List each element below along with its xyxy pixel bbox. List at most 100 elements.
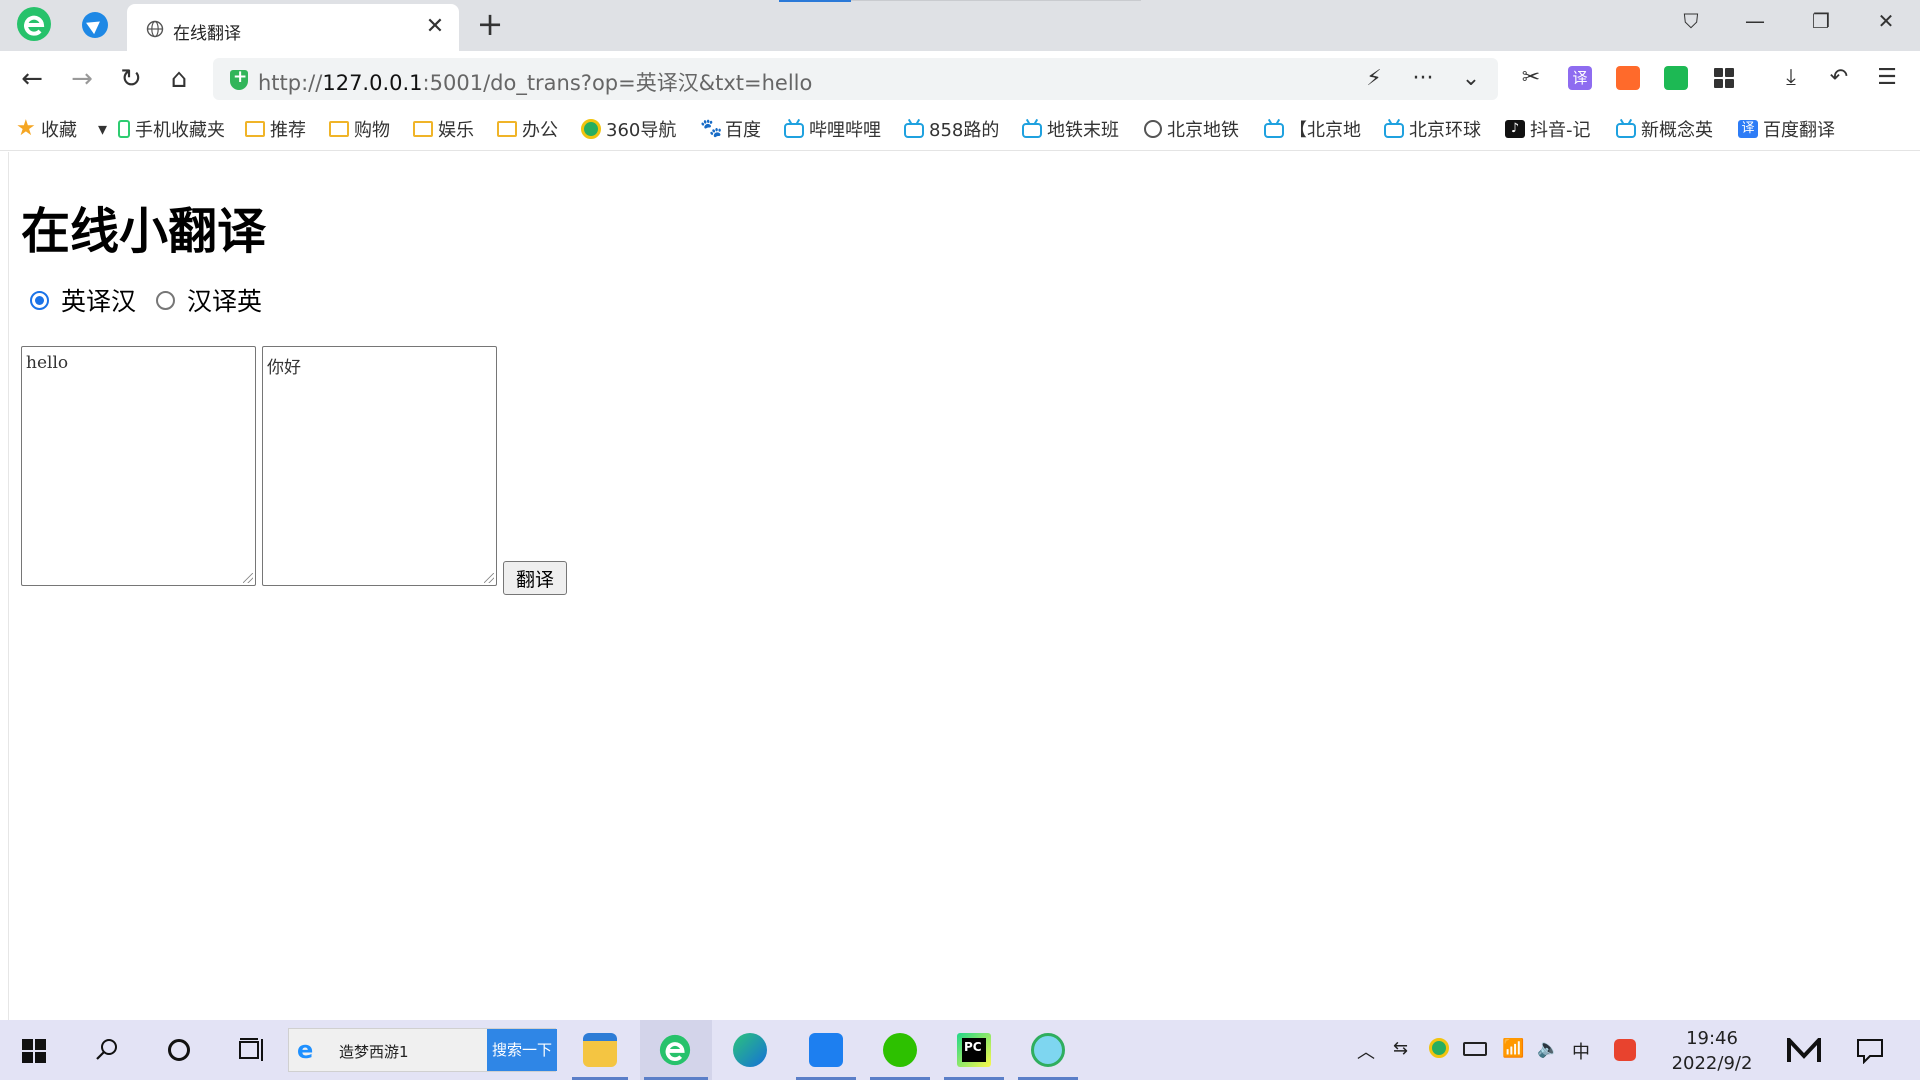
- apps-grid-icon[interactable]: [1712, 66, 1736, 90]
- pinned-tab-icon[interactable]: [82, 12, 108, 38]
- bookmark-beijing-bracket[interactable]: 【北京地: [1264, 118, 1364, 140]
- tv-icon: [1616, 122, 1636, 138]
- url-text[interactable]: http://127.0.0.1:5001/do_trans?op=英译汉&tx…: [258, 67, 812, 97]
- address-bar[interactable]: http://127.0.0.1:5001/do_trans?op=英译汉&tx…: [213, 58, 1498, 100]
- taskbar-file-explorer[interactable]: [568, 1020, 632, 1080]
- volume-icon[interactable]: 🔈: [1537, 1038, 1559, 1059]
- taskbar-360-browser[interactable]: [640, 1020, 712, 1080]
- forward-button[interactable]: →: [66, 63, 98, 95]
- translate-extension-icon[interactable]: 译: [1568, 66, 1592, 90]
- bookmark-label: 购物: [354, 120, 390, 140]
- translate-button[interactable]: 翻译: [503, 561, 567, 595]
- bookmarks-bar: ★ 收藏 ▾ 手机收藏夹 推荐 购物 娱乐 办公 360导航 🐾 百度 哔哩哔哩 8…: [0, 107, 1920, 151]
- bookmark-folder-shopping[interactable]: 购物: [329, 118, 399, 140]
- browser-logo-icon: [659, 1034, 691, 1066]
- close-tab-icon[interactable]: ✕: [422, 14, 448, 40]
- skin-icon[interactable]: ⛉: [1671, 6, 1711, 36]
- wifi-icon[interactable]: 📶: [1502, 1038, 1524, 1059]
- page-content: 在线小翻译 英译汉 汉译英 hello 你好 翻译: [0, 152, 1920, 1020]
- tray-360-icon[interactable]: [1429, 1038, 1449, 1058]
- download-icon[interactable]: ⤓: [1776, 63, 1806, 93]
- browser-logo-icon[interactable]: [16, 6, 52, 42]
- battery-icon[interactable]: [1463, 1042, 1487, 1056]
- tray-transfer-icon[interactable]: ⇆: [1393, 1038, 1408, 1059]
- bookmark-label: 百度翻译: [1763, 120, 1835, 140]
- reload-button[interactable]: ↻: [115, 63, 147, 95]
- sogou-icon[interactable]: [1614, 1039, 1636, 1061]
- bookmark-baidu-translate[interactable]: 译百度翻译: [1738, 118, 1843, 140]
- menu-icon[interactable]: ☰: [1872, 63, 1902, 93]
- bookmark-folder-recommend[interactable]: 推荐: [245, 118, 315, 140]
- game-extension-icon[interactable]: [1616, 66, 1640, 90]
- bookmark-favorites[interactable]: ★ 收藏: [16, 118, 96, 140]
- clock[interactable]: 19:46 2022/9/2: [1664, 1026, 1760, 1076]
- tab-active[interactable]: 在线翻译 ✕: [127, 4, 459, 51]
- bookmark-label: 地铁末班: [1047, 120, 1119, 140]
- undo-close-icon[interactable]: ↶: [1824, 63, 1854, 93]
- search-icon[interactable]: [94, 1037, 120, 1063]
- globe-icon: [1144, 120, 1162, 138]
- bookmark-subway-last[interactable]: 地铁末班: [1022, 118, 1122, 140]
- radio-en2zh-label[interactable]: 英译汉: [61, 282, 136, 318]
- home-button[interactable]: ⌂: [163, 63, 195, 95]
- taskbar-game[interactable]: [1014, 1020, 1082, 1080]
- taskbar-search-box[interactable]: e 造梦西游1 搜索一下: [288, 1028, 557, 1072]
- notification-icon[interactable]: [1856, 1038, 1884, 1064]
- taskbar-search-button[interactable]: 搜索一下: [487, 1029, 557, 1071]
- windows-start-icon[interactable]: [22, 1039, 46, 1063]
- taskbar-wechat[interactable]: [866, 1020, 934, 1080]
- bookmark-bilibili[interactable]: 哔哩哔哩: [784, 118, 884, 140]
- task-view-icon[interactable]: [238, 1037, 266, 1063]
- scissors-icon[interactable]: ✂: [1516, 63, 1546, 93]
- favorites-dropdown-icon[interactable]: ▾: [98, 118, 112, 140]
- radio-zh2en[interactable]: [156, 290, 176, 310]
- radio-zh2en-label[interactable]: 汉译英: [187, 282, 262, 318]
- bookmark-mobile[interactable]: 手机收藏夹: [118, 118, 236, 140]
- loading-indicator: [779, 0, 851, 2]
- bookmark-label: 哔哩哔哩: [809, 120, 881, 140]
- bookmark-beijing-subway[interactable]: 北京地铁: [1144, 118, 1246, 140]
- ime-indicator[interactable]: 中: [1572, 1038, 1590, 1064]
- bookmark-new-concept[interactable]: 新概念英: [1616, 118, 1716, 140]
- tiktok-icon: ♪: [1505, 120, 1525, 138]
- security-shield-icon[interactable]: [230, 67, 248, 90]
- taskbar-pycharm[interactable]: PC: [940, 1020, 1008, 1080]
- taskbar-edge[interactable]: [716, 1020, 784, 1080]
- dropdown-icon[interactable]: ⌄: [1456, 64, 1486, 94]
- apps-grid-glyph: [1714, 68, 1734, 88]
- navigation-bar: ← → ↻ ⌂ http://127.0.0.1:5001/do_trans?o…: [0, 51, 1920, 107]
- cortana-icon[interactable]: [166, 1037, 192, 1063]
- m-app-icon[interactable]: [1787, 1038, 1821, 1064]
- bookmark-858[interactable]: 858路的: [904, 118, 1004, 140]
- new-tab-button[interactable]: +: [474, 8, 506, 40]
- lightning-icon[interactable]: ⚡: [1359, 64, 1389, 94]
- pycharm-icon: PC: [957, 1033, 991, 1067]
- tray-expand-icon[interactable]: ︿: [1357, 1038, 1375, 1064]
- taskbar-photos[interactable]: [792, 1020, 860, 1080]
- more-icon[interactable]: ···: [1408, 64, 1438, 94]
- bookmark-douyin[interactable]: ♪ 抖音-记: [1505, 118, 1600, 140]
- globe-icon: [146, 20, 164, 38]
- tv-icon: [784, 122, 804, 138]
- back-button[interactable]: ←: [16, 63, 48, 95]
- result-textarea[interactable]: 你好: [262, 346, 497, 586]
- bookmark-360nav[interactable]: 360导航: [581, 118, 678, 140]
- radio-en2zh[interactable]: [30, 290, 49, 310]
- reader-extension-icon[interactable]: [1664, 66, 1688, 90]
- loading-track: [851, 0, 1141, 1]
- star-icon: ★: [16, 118, 36, 140]
- bookmark-label: 北京环球: [1409, 120, 1481, 140]
- bookmark-folder-entertainment[interactable]: 娱乐: [413, 118, 483, 140]
- clock-date: 2022/9/2: [1671, 1053, 1753, 1074]
- close-window-button[interactable]: ✕: [1866, 6, 1906, 36]
- taskbar-search-text[interactable]: 造梦西游1: [339, 1041, 409, 1062]
- restore-button[interactable]: ❐: [1801, 6, 1841, 36]
- bookmark-beijing-ring[interactable]: 北京环球: [1384, 118, 1484, 140]
- source-textarea[interactable]: hello: [21, 346, 256, 586]
- minimize-button[interactable]: —: [1735, 6, 1775, 36]
- tv-icon: [1264, 122, 1284, 138]
- page-title: 在线小翻译: [21, 203, 267, 260]
- folder-icon: [413, 121, 433, 137]
- bookmark-folder-office[interactable]: 办公: [497, 118, 567, 140]
- bookmark-baidu[interactable]: 🐾 百度: [700, 118, 770, 141]
